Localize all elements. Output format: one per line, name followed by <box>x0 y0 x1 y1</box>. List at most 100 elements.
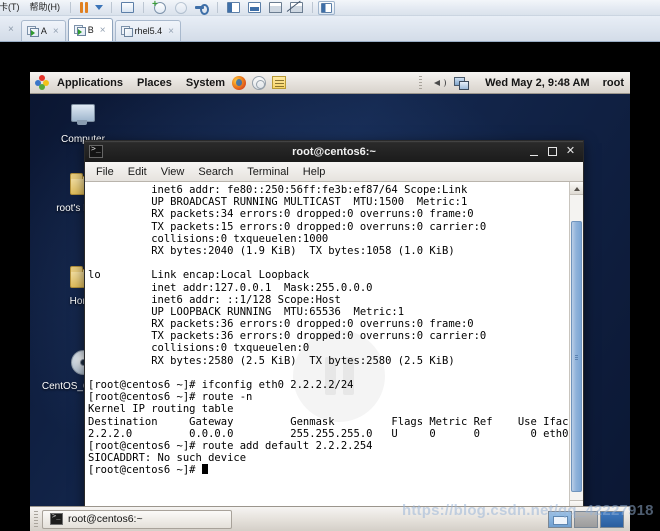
terminal-output[interactable]: inet6 addr: fe80::250:56ff:fe3b:ef87/64 … <box>85 182 569 513</box>
terminal-line: RX packets:34 errors:0 dropped:0 overrun… <box>88 208 474 221</box>
menu-system[interactable]: System <box>179 73 232 93</box>
terminal-line: lo Link encap:Local Loopback <box>88 269 310 282</box>
unity-mode-icon[interactable] <box>288 1 305 15</box>
tab-vm-a[interactable]: A × <box>20 20 66 41</box>
pause-icon[interactable] <box>79 2 89 13</box>
tab-label: A <box>40 26 47 36</box>
host-menu-help[interactable]: 帮助(H) <box>25 0 66 15</box>
show-console-view-icon[interactable] <box>225 1 242 15</box>
manage-snapshots-icon[interactable] <box>193 1 210 15</box>
scroll-up-icon[interactable] <box>570 182 583 195</box>
computer-icon <box>67 102 99 132</box>
virtual-machine-icon <box>26 26 39 37</box>
toolbar-separator <box>111 2 112 13</box>
desktop-icon-computer[interactable]: Computer <box>40 102 126 145</box>
toolbar-separator <box>312 2 313 13</box>
workspace-switcher[interactable] <box>548 510 626 528</box>
terminal-line: UP BROADCAST RUNNING MULTICAST MTU:1500 … <box>88 196 468 209</box>
vm-display-area[interactable]: Applications Places System Wed May 2, 9:… <box>0 42 660 531</box>
close-home-tab-icon[interactable]: × <box>4 24 21 41</box>
terminal-line: inet addr:127.0.0.1 Mask:255.0.0.0 <box>88 281 373 294</box>
close-icon[interactable]: × <box>168 26 174 37</box>
show-library-icon[interactable] <box>318 0 335 15</box>
menu-edit[interactable]: Edit <box>121 163 154 181</box>
scrollbar-thumb[interactable] <box>571 221 582 492</box>
terminal-menubar: File Edit View Search Terminal Help <box>85 162 583 182</box>
guest-desktop[interactable]: Applications Places System Wed May 2, 9:… <box>30 72 630 531</box>
terminal-line: 2.2.2.0 0.0.0.0 255.255.255.0 U 0 0 0 et… <box>88 427 569 440</box>
tab-label: rhel5.4 <box>134 26 163 36</box>
fit-guest-icon[interactable] <box>246 1 263 15</box>
applications-menu-icon[interactable] <box>35 75 50 90</box>
workspace-3[interactable] <box>600 510 624 528</box>
terminal-line: [root@centos6 ~]# ifconfig eth0 2.2.2.2/… <box>88 379 354 391</box>
terminal-line: inet6 addr: ::1/128 Scope:Host <box>88 293 341 306</box>
terminal-icon <box>89 144 103 158</box>
snapshot-manager-icon[interactable] <box>119 1 136 15</box>
virtual-machine-icon <box>120 26 133 37</box>
scrollbar-track[interactable] <box>570 195 583 500</box>
terminal-line: [root@centos6 ~]# route -n <box>88 391 253 404</box>
terminal-line: TX packets:15 errors:0 dropped:0 overrun… <box>88 220 487 233</box>
gnome-bottom-panel: root@centos6:~ <box>30 506 630 531</box>
workspace-2[interactable] <box>574 510 598 528</box>
network-icon[interactable] <box>454 76 470 90</box>
firefox-icon[interactable] <box>232 75 247 90</box>
revert-snapshot-icon[interactable] <box>172 1 189 15</box>
notes-icon[interactable] <box>272 76 287 89</box>
close-icon[interactable]: × <box>100 25 106 36</box>
workspace-1[interactable] <box>548 510 572 528</box>
terminal-line: Kernel IP routing table <box>88 403 234 416</box>
gnome-panel-tray: Wed May 2, 9:48 AM root <box>419 75 630 90</box>
terminal-line: RX packets:36 errors:0 dropped:0 overrun… <box>88 318 474 331</box>
terminal-prompt-line: [root@centos6 ~]# <box>88 464 566 476</box>
take-snapshot-icon[interactable] <box>151 0 168 15</box>
volume-icon[interactable] <box>434 77 447 89</box>
terminal-icon <box>50 512 63 525</box>
terminal-line: Destination Gateway Genmask Flags Metric… <box>88 415 569 428</box>
menu-help[interactable]: Help <box>296 163 333 181</box>
full-screen-icon[interactable] <box>267 1 284 15</box>
clock[interactable]: Wed May 2, 9:48 AM <box>485 77 590 89</box>
menu-terminal[interactable]: Terminal <box>240 163 296 181</box>
menu-file[interactable]: File <box>89 163 121 181</box>
terminal-line: RX bytes:2580 (2.5 KiB) TX bytes:2580 (2… <box>88 354 455 367</box>
terminal-window[interactable]: root@centos6:~ ✕ File Edit View Search T… <box>84 140 584 514</box>
taskbar-item-terminal[interactable]: root@centos6:~ <box>42 509 232 529</box>
menu-search[interactable]: Search <box>191 163 240 181</box>
close-button[interactable]: ✕ <box>565 146 576 157</box>
toolbar-separator <box>217 2 218 13</box>
terminal-line: inet6 addr: fe80::250:56ff:fe3b:ef87/64 … <box>88 184 468 196</box>
terminal-scrollbar[interactable] <box>569 182 583 513</box>
menu-applications[interactable]: Applications <box>50 73 130 93</box>
terminal-line: RX bytes:2040 (1.9 KiB) TX bytes:1058 (1… <box>88 244 455 257</box>
dropdown-caret-icon[interactable] <box>95 5 103 10</box>
tab-label: B <box>87 25 94 35</box>
host-tabstrip: × A × B × rhel5.4 × <box>0 16 660 42</box>
panel-grip <box>419 75 423 90</box>
terminal-titlebar[interactable]: root@centos6:~ ✕ <box>85 141 583 162</box>
evolution-icon[interactable] <box>252 75 267 90</box>
taskbar-item-label: root@centos6:~ <box>68 513 143 525</box>
tab-vm-rhel54[interactable]: rhel5.4 × <box>114 20 181 41</box>
menu-view[interactable]: View <box>154 163 192 181</box>
panel-grip <box>34 511 38 527</box>
minimize-button[interactable] <box>529 146 540 157</box>
terminal-body[interactable]: inet6 addr: fe80::250:56ff:fe3b:ef87/64 … <box>85 182 583 513</box>
screenshot-root: 卡(T) 帮助(H) + × A × B × rhel5.4 × Applica… <box>0 0 660 531</box>
terminal-line: UP LOOPBACK RUNNING MTU:65536 Metric:1 <box>88 305 405 318</box>
terminal-line: collisions:0 txqueuelen:1000 <box>88 232 329 245</box>
terminal-cursor <box>201 464 208 475</box>
terminal-line: TX packets:36 errors:0 dropped:0 overrun… <box>88 330 487 343</box>
terminal-title: root@centos6:~ <box>292 145 376 158</box>
terminal-line: SIOCADDRT: No such device <box>88 452 247 465</box>
host-menubar: 卡(T) 帮助(H) <box>0 0 660 16</box>
menu-places[interactable]: Places <box>130 73 179 93</box>
user-menu[interactable]: root <box>603 77 624 89</box>
maximize-button[interactable] <box>548 147 557 156</box>
close-icon[interactable]: × <box>53 26 59 37</box>
host-menu-tabs[interactable]: 卡(T) <box>0 0 25 15</box>
tab-vm-b[interactable]: B × <box>67 18 113 41</box>
